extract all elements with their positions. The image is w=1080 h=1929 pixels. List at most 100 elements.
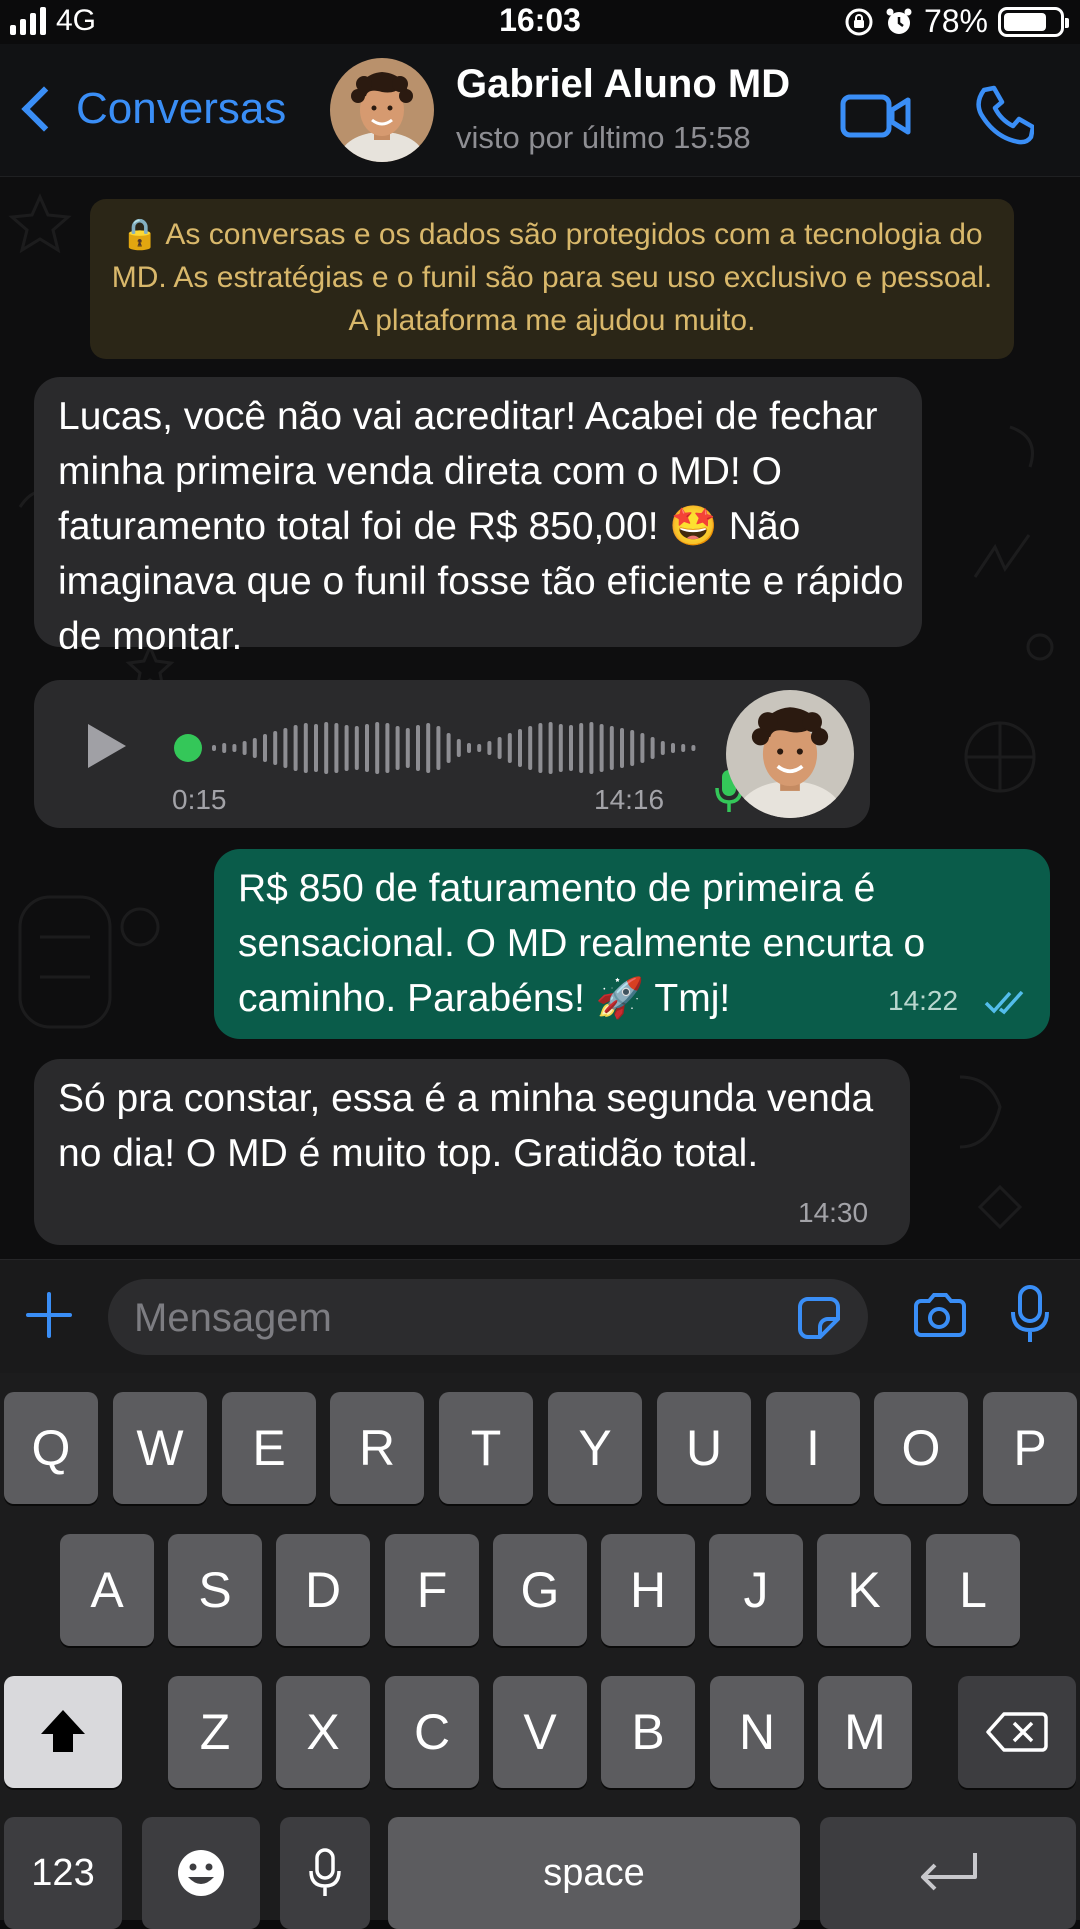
battery-icon xyxy=(998,6,1069,37)
waveform-bar xyxy=(487,741,492,755)
orientation-lock-icon xyxy=(845,8,873,35)
space-key[interactable]: space xyxy=(388,1817,800,1929)
waveform-bar xyxy=(212,745,216,751)
shift-key[interactable] xyxy=(4,1676,122,1788)
return-key[interactable] xyxy=(820,1817,1076,1929)
key-w[interactable]: W xyxy=(113,1392,207,1504)
waveform-bar xyxy=(416,725,420,771)
shift-icon xyxy=(41,1710,85,1752)
waveform-bar xyxy=(650,737,655,759)
key-v[interactable]: V xyxy=(493,1676,587,1788)
waveform-bar xyxy=(681,744,686,752)
notice-text: 🔒 As conversas e os dados são protegidos… xyxy=(111,218,993,337)
key-q[interactable]: Q xyxy=(4,1392,98,1504)
waveform-bar xyxy=(671,743,675,753)
waveform-bar xyxy=(569,725,573,771)
audio-duration: 0:15 xyxy=(172,784,227,815)
waveform-bar xyxy=(436,726,441,770)
waveform-bar xyxy=(599,724,604,772)
waveform-bar xyxy=(548,722,553,774)
message-text: Só pra constar, essa é a minha segunda v… xyxy=(58,1077,874,1175)
waveform-bar xyxy=(609,726,614,770)
waveform-bar xyxy=(324,722,329,774)
numbers-key[interactable]: 123 xyxy=(4,1817,122,1929)
key-s[interactable]: S xyxy=(168,1534,262,1646)
waveform-bar xyxy=(334,723,339,773)
keyboard: 123 space QWERTYUIOP ASDFGHJKL ZXCVBNM xyxy=(0,1373,1080,1929)
key-m[interactable]: M xyxy=(818,1676,912,1788)
key-b[interactable]: B xyxy=(601,1676,695,1788)
status-right: 78% xyxy=(844,3,1069,40)
key-d[interactable]: D xyxy=(276,1534,370,1646)
encryption-notice: 🔒 As conversas e os dados são protegidos… xyxy=(90,199,1014,359)
sender-avatar xyxy=(726,690,854,818)
waveform-bar xyxy=(385,723,390,773)
key-z[interactable]: Z xyxy=(168,1676,262,1788)
waveform-bar xyxy=(589,722,594,774)
key-a[interactable]: A xyxy=(60,1534,154,1646)
camera-icon[interactable] xyxy=(912,1292,966,1340)
message-input[interactable]: Mensagem xyxy=(108,1279,868,1355)
waveform-bar xyxy=(497,737,502,759)
message-time: 14:30 xyxy=(798,1197,869,1228)
chat-header: Conversas Gabriel Aluno MD visto por últ… xyxy=(0,44,1080,177)
phone-icon[interactable] xyxy=(972,84,1034,146)
waveform-bar xyxy=(620,728,624,768)
back-button[interactable]: Conversas xyxy=(12,84,286,134)
waveform-bar xyxy=(518,729,522,767)
play-icon[interactable] xyxy=(84,720,130,772)
waveform-bar xyxy=(365,724,369,772)
emoji-key[interactable] xyxy=(142,1817,260,1929)
key-k[interactable]: K xyxy=(817,1534,911,1646)
avatar[interactable] xyxy=(330,58,434,162)
key-y[interactable]: Y xyxy=(548,1392,642,1504)
status-bar: 4G 16:03 78% xyxy=(0,0,1080,44)
waveform-bar xyxy=(252,738,257,758)
backspace-key[interactable] xyxy=(958,1676,1076,1788)
read-receipt-icon xyxy=(984,990,1024,1015)
waveform-bar xyxy=(426,723,431,773)
waveform-bar xyxy=(344,725,349,771)
key-p[interactable]: P xyxy=(983,1392,1077,1504)
key-g[interactable]: G xyxy=(493,1534,587,1646)
audio-message[interactable]: 0:15 14:16 xyxy=(34,680,870,828)
dictation-key[interactable] xyxy=(280,1817,370,1929)
sticker-icon[interactable] xyxy=(796,1295,842,1341)
waveform-bar xyxy=(558,724,563,772)
key-x[interactable]: X xyxy=(276,1676,370,1788)
key-t[interactable]: T xyxy=(439,1392,533,1504)
key-j[interactable]: J xyxy=(709,1534,803,1646)
waveform-bar xyxy=(691,745,696,751)
microphone-icon[interactable] xyxy=(1010,1284,1050,1346)
key-f[interactable]: F xyxy=(385,1534,479,1646)
key-e[interactable]: E xyxy=(222,1392,316,1504)
key-r[interactable]: R xyxy=(330,1392,424,1504)
key-u[interactable]: U xyxy=(657,1392,751,1504)
audio-progress-dot[interactable] xyxy=(174,734,202,762)
waveform-bar xyxy=(467,743,471,753)
key-h[interactable]: H xyxy=(601,1534,695,1646)
key-o[interactable]: O xyxy=(874,1392,968,1504)
battery-percent: 78% xyxy=(923,3,988,39)
microphone-icon xyxy=(309,1848,341,1896)
waveform-bar xyxy=(538,723,543,773)
waveform-bar xyxy=(222,743,227,753)
chat-area[interactable]: 🔒 As conversas e os dados são protegidos… xyxy=(0,177,1080,1259)
key-l[interactable]: L xyxy=(926,1534,1020,1646)
contact-name[interactable]: Gabriel Aluno MD xyxy=(456,62,790,107)
message-incoming[interactable]: Lucas, você não vai acreditar! Acabei de… xyxy=(34,377,922,658)
message-outgoing[interactable]: R$ 850 de faturamento de primeira é sens… xyxy=(214,849,1050,1039)
key-i[interactable]: I xyxy=(766,1392,860,1504)
waveform-bar xyxy=(293,725,298,771)
back-label: Conversas xyxy=(76,84,287,133)
alarm-icon xyxy=(886,8,912,34)
key-n[interactable]: N xyxy=(710,1676,804,1788)
key-c[interactable]: C xyxy=(385,1676,479,1788)
waveform-bar xyxy=(395,726,400,770)
message-incoming[interactable]: Só pra constar, essa é a minha segunda v… xyxy=(34,1059,910,1245)
video-call-icon[interactable] xyxy=(840,92,912,140)
message-text: Lucas, você não vai acreditar! Acabei de… xyxy=(58,395,904,658)
waveform-bar xyxy=(375,722,380,774)
audio-waveform[interactable] xyxy=(172,720,712,776)
plus-icon[interactable] xyxy=(26,1292,72,1338)
